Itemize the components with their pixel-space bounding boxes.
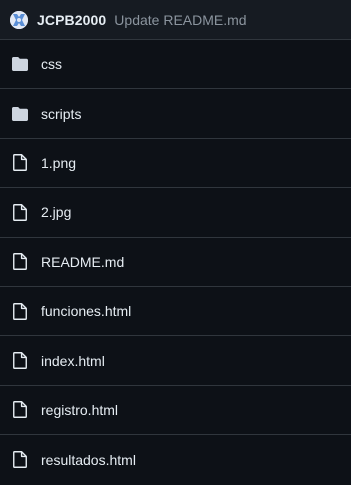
folder-icon <box>11 105 29 123</box>
file-list: css scripts 1.png 2.jpg README.md funciones.h… <box>0 40 351 485</box>
file-icon <box>11 302 29 320</box>
file-row[interactable]: README.md <box>0 238 351 287</box>
file-row[interactable]: resultados.html <box>0 435 351 484</box>
file-icon <box>11 352 29 370</box>
file-name-link[interactable]: scripts <box>41 106 81 122</box>
repository-file-browser: JCPB2000 Update README.md css scripts 1.pn… <box>0 0 351 477</box>
file-row[interactable]: index.html <box>0 336 351 386</box>
file-name-link[interactable]: 2.jpg <box>41 204 71 220</box>
file-icon <box>11 203 29 221</box>
file-row[interactable]: registro.html <box>0 386 351 436</box>
file-icon <box>11 401 29 419</box>
folder-row[interactable]: scripts <box>0 89 351 139</box>
file-icon <box>11 154 29 172</box>
file-row[interactable]: funciones.html <box>0 287 351 337</box>
file-name-link[interactable]: funciones.html <box>41 303 131 319</box>
author-avatar[interactable] <box>10 10 28 29</box>
file-name-link[interactable]: resultados.html <box>41 452 136 468</box>
file-icon <box>11 451 29 469</box>
folder-icon <box>11 55 29 73</box>
file-icon <box>11 253 29 271</box>
file-name-link[interactable]: css <box>41 56 62 72</box>
file-row[interactable]: 1.png <box>0 139 351 189</box>
latest-commit-header: JCPB2000 Update README.md <box>0 0 351 40</box>
commit-author-link[interactable]: JCPB2000 <box>37 12 106 28</box>
file-row[interactable]: 2.jpg <box>0 188 351 238</box>
folder-row[interactable]: css <box>0 40 351 90</box>
commit-message-link[interactable]: Update README.md <box>114 12 246 28</box>
file-name-link[interactable]: README.md <box>41 254 124 270</box>
file-name-link[interactable]: index.html <box>41 353 105 369</box>
identicon-avatar-icon <box>10 10 28 29</box>
file-name-link[interactable]: 1.png <box>41 155 76 171</box>
file-name-link[interactable]: registro.html <box>41 402 118 418</box>
